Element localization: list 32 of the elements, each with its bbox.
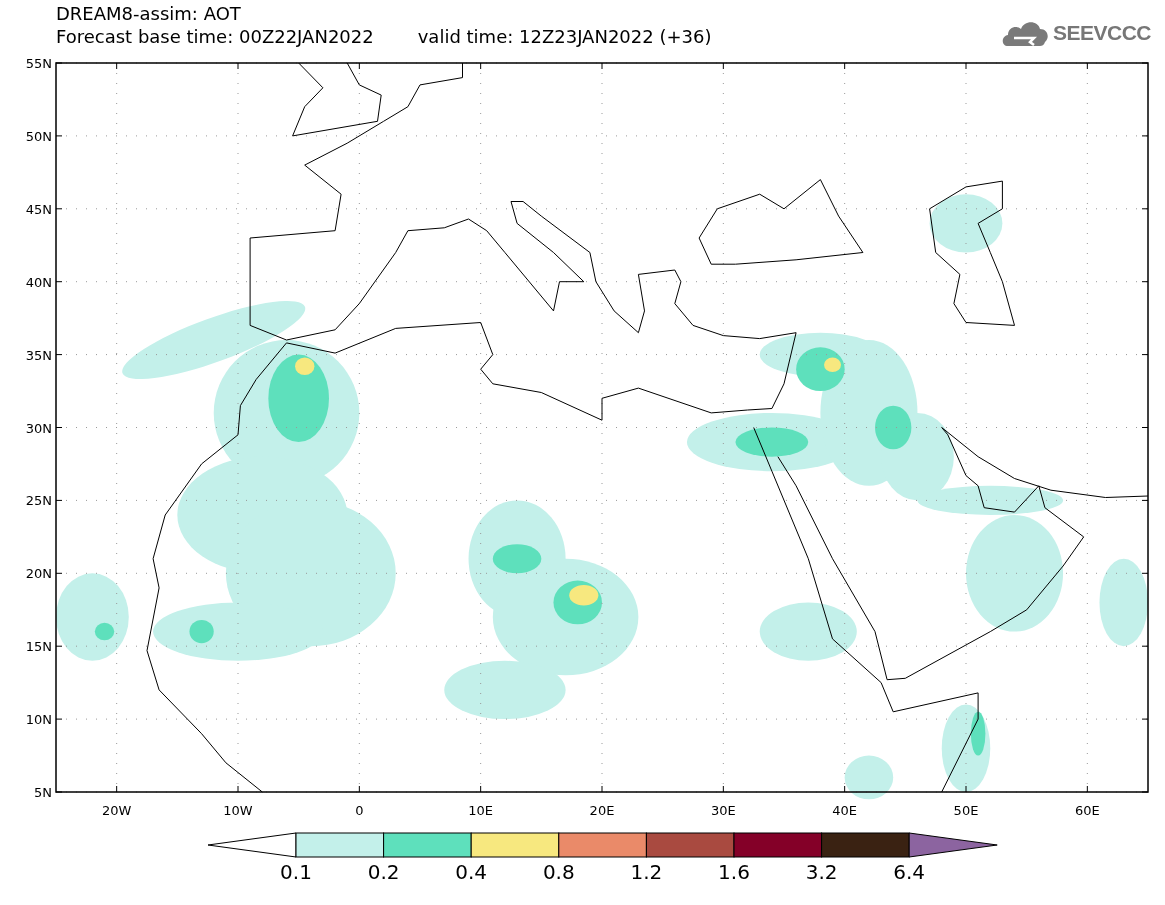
longitude-label: 60E (1074, 803, 1100, 818)
logo-text: SEEVCCC (1052, 21, 1151, 45)
colorbar-label: 6.4 (893, 860, 926, 884)
valid-time-label: valid time: 12Z23JAN2022 (+36) (417, 25, 712, 48)
latitude-label: 15N (25, 639, 52, 655)
longitude-label: 0 (355, 803, 364, 818)
colorbar-label: 1.6 (718, 860, 750, 884)
longitude-label: 20E (589, 803, 615, 818)
latitude-label: 40N (25, 274, 52, 290)
map-title: DREAM8-assim: AOT (56, 2, 242, 25)
colorbar-label: 0.2 (367, 860, 400, 884)
longitude-label: 40E (832, 803, 858, 818)
latitude-label: 10N (25, 712, 52, 728)
longitude-label: 50E (953, 803, 979, 818)
longitude-label: 10W (223, 803, 253, 818)
base-time-label: Forecast base time: 00Z22JAN2022 (56, 25, 374, 48)
latitude-label: 20N (25, 566, 52, 582)
longitude-label: 10E (468, 803, 494, 818)
colorbar-label: 1.2 (630, 860, 663, 884)
colorbar-label: 0.8 (542, 860, 575, 884)
colorbar-label: 0.1 (280, 860, 312, 884)
latitude-label: 55N (25, 56, 52, 71)
latitude-label: 25N (25, 493, 52, 509)
latitude-label: 30N (25, 420, 52, 436)
longitude-label: 20W (101, 803, 132, 818)
latitude-label: 50N (25, 128, 52, 144)
latitude-label: 35N (25, 347, 52, 363)
colorbar-label: 3.2 (805, 860, 838, 884)
latitude-label: 5N (34, 785, 52, 800)
colorbar-label: 0.4 (455, 860, 488, 884)
longitude-label: 30E (710, 803, 736, 818)
latitude-label: 45N (25, 201, 52, 217)
